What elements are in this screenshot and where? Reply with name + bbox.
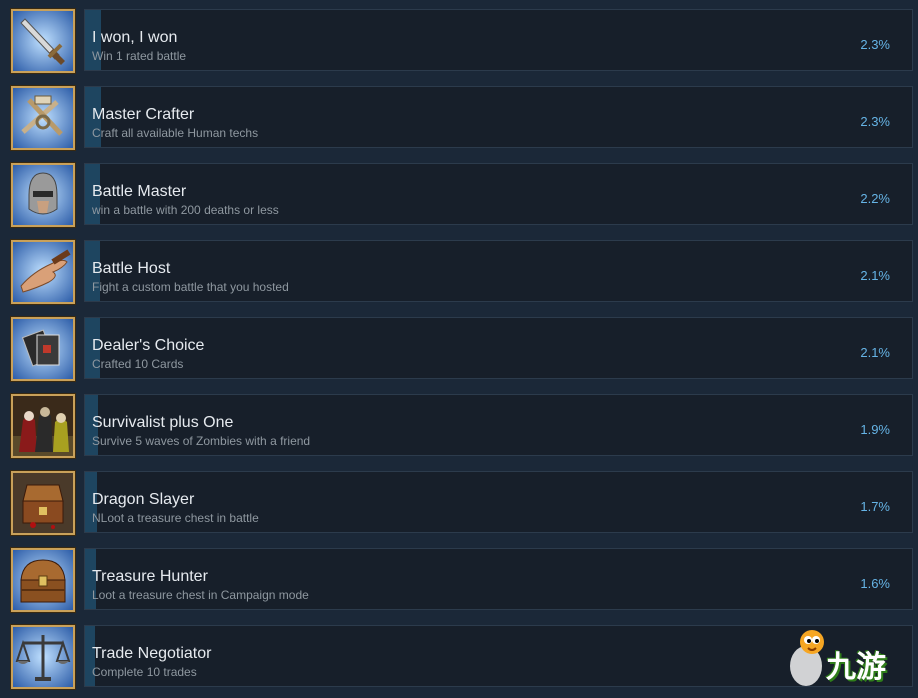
unlock-percentage: 1.7% bbox=[860, 499, 890, 514]
achievement-panel: Treasure Hunter Loot a treasure chest in … bbox=[84, 548, 913, 610]
achievement-description: win a battle with 200 deaths or less bbox=[92, 203, 279, 217]
unlock-percentage: 2.1% bbox=[860, 345, 890, 360]
crafting-tools-icon bbox=[11, 86, 75, 150]
achievement-panel: I won, I won Win 1 rated battle 2.3% bbox=[84, 9, 913, 71]
achievement-row: Battle Host Fight a custom battle that yo… bbox=[0, 231, 918, 308]
achievement-panel: Survivalist plus One Survive 5 waves of Z… bbox=[84, 394, 913, 456]
achievement-panel: Battle Master win a battle with 200 death… bbox=[84, 163, 913, 225]
achievement-title: Master Crafter bbox=[92, 106, 195, 123]
achievement-description: Craft all available Human techs bbox=[92, 126, 259, 140]
unlock-percentage: 2.1% bbox=[860, 268, 890, 283]
achievement-row: Trade Negotiator Complete 10 trades bbox=[0, 616, 918, 693]
achievement-row: Dealer's Choice Crafted 10 Cards 2.1% bbox=[0, 308, 918, 385]
achievement-title: Dealer's Choice bbox=[92, 337, 205, 354]
achievement-panel: Master Crafter Craft all available Human … bbox=[84, 86, 913, 148]
achievement-panel: Dealer's Choice Crafted 10 Cards 2.1% bbox=[84, 317, 913, 379]
unlock-percentage: 1.9% bbox=[860, 422, 890, 437]
unlock-percentage: 1.6% bbox=[860, 576, 890, 591]
achievement-title: Dragon Slayer bbox=[92, 491, 195, 508]
unlock-percentage: 2.2% bbox=[860, 191, 890, 206]
open-chest-icon bbox=[11, 471, 75, 535]
achievement-title: Battle Host bbox=[92, 260, 171, 277]
achievement-row: Survivalist plus One Survive 5 waves of Z… bbox=[0, 385, 918, 462]
achievement-row: I won, I won Win 1 rated battle 2.3% bbox=[0, 0, 918, 77]
cards-icon bbox=[11, 317, 75, 381]
achievement-panel: Trade Negotiator Complete 10 trades bbox=[84, 625, 913, 687]
knight-helmet-icon bbox=[11, 163, 75, 227]
achievement-title: Treasure Hunter bbox=[92, 568, 208, 585]
achievement-list: I won, I won Win 1 rated battle 2.3% Maste… bbox=[0, 0, 918, 698]
achievement-row: Master Crafter Craft all available Human … bbox=[0, 77, 918, 154]
treasure-chest-icon bbox=[11, 548, 75, 612]
zombies-icon bbox=[11, 394, 75, 458]
achievement-description: Win 1 rated battle bbox=[92, 49, 187, 63]
achievement-panel: Dragon Slayer NLoot a treasure chest in b… bbox=[84, 471, 913, 533]
achievement-title: Survivalist plus One bbox=[92, 414, 234, 431]
scales-icon bbox=[11, 625, 75, 689]
unlock-percentage: 2.3% bbox=[860, 37, 890, 52]
achievement-row: Treasure Hunter Loot a treasure chest in … bbox=[0, 539, 918, 616]
achievement-description: NLoot a treasure chest in battle bbox=[92, 511, 259, 525]
open-hand-icon bbox=[11, 240, 75, 304]
achievement-description: Loot a treasure chest in Campaign mode bbox=[92, 588, 309, 602]
achievement-description: Complete 10 trades bbox=[92, 665, 197, 679]
achievement-description: Fight a custom battle that you hosted bbox=[92, 280, 289, 294]
achievement-description: Crafted 10 Cards bbox=[92, 357, 184, 371]
achievement-title: Battle Master bbox=[92, 183, 187, 200]
achievement-row: Dragon Slayer NLoot a treasure chest in b… bbox=[0, 462, 918, 539]
unlock-percentage: 2.3% bbox=[860, 114, 890, 129]
achievement-description: Survive 5 waves of Zombies with a friend bbox=[92, 434, 311, 448]
achievement-row: Battle Master win a battle with 200 death… bbox=[0, 154, 918, 231]
achievement-title: I won, I won bbox=[92, 29, 178, 46]
sword-icon bbox=[11, 9, 75, 73]
achievement-title: Trade Negotiator bbox=[92, 645, 212, 662]
achievement-panel: Battle Host Fight a custom battle that yo… bbox=[84, 240, 913, 302]
